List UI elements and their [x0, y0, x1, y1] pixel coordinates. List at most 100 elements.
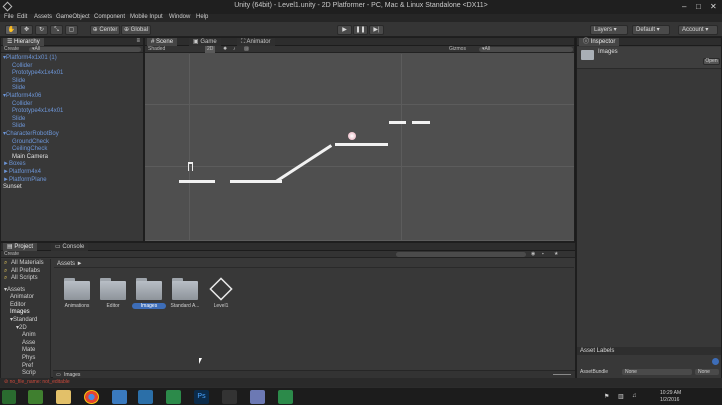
- assetbundle-variant-dropdown[interactable]: None: [695, 369, 719, 375]
- folder-icon[interactable]: [136, 278, 162, 300]
- assetbundle-dropdown[interactable]: None: [622, 369, 692, 375]
- asset-label[interactable]: Standard A...: [168, 303, 202, 309]
- project-tree-item[interactable]: Phys: [22, 355, 35, 362]
- asset-label[interactable]: Animations: [60, 303, 94, 309]
- move-tool-button[interactable]: ✥: [20, 25, 33, 35]
- light-gizmo-icon[interactable]: [348, 132, 356, 140]
- asset-label[interactable]: Editor: [96, 303, 130, 309]
- asset-label-tag-icon[interactable]: [712, 358, 719, 365]
- visual-studio-icon[interactable]: [250, 390, 265, 404]
- menu-assets[interactable]: Assets: [34, 14, 52, 20]
- close-button[interactable]: ✕: [710, 2, 717, 11]
- project-tree-item[interactable]: Editor: [10, 302, 26, 309]
- audio-toggle-icon[interactable]: ♪: [233, 46, 236, 53]
- hierarchy-item[interactable]: Prototype4x1x4x01: [12, 70, 63, 77]
- play-button[interactable]: ▶: [337, 25, 352, 35]
- shading-mode-dropdown[interactable]: Shaded: [148, 46, 165, 53]
- menu-mobile-input[interactable]: Mobile Input: [130, 14, 163, 20]
- favorite-search-item[interactable]: All Materials: [11, 260, 44, 267]
- tab-console[interactable]: ▭ Console: [51, 243, 89, 251]
- hierarchy-item[interactable]: Prototype4x1x4x01: [12, 108, 63, 115]
- hierarchy-item[interactable]: Slide: [12, 116, 25, 123]
- layers-dropdown[interactable]: Layers ▾: [590, 25, 628, 35]
- clock-time[interactable]: 10:29 AM: [660, 390, 681, 396]
- platform-sprite[interactable]: [389, 121, 406, 124]
- tray-flag-icon[interactable]: ⚑: [604, 393, 609, 400]
- hierarchy-item[interactable]: ►Platform4x4: [3, 169, 41, 176]
- hierarchy-item[interactable]: Collider: [12, 101, 32, 108]
- project-tree-item[interactable]: Anim: [22, 332, 36, 339]
- 2d-mode-toggle[interactable]: 2D: [205, 46, 216, 53]
- search-by-label-icon[interactable]: ⬩: [542, 251, 544, 258]
- project-create-dropdown[interactable]: Create: [4, 251, 19, 258]
- panel-menu-icon[interactable]: ≡: [136, 38, 140, 44]
- platform-sprite[interactable]: [412, 121, 430, 124]
- menu-file[interactable]: File: [4, 14, 14, 20]
- hierarchy-item[interactable]: CeilingCheck: [12, 146, 47, 153]
- project-tree-item[interactable]: Mate: [22, 347, 35, 354]
- menu-edit[interactable]: Edit: [17, 14, 27, 20]
- hierarchy-item[interactable]: Sunset: [3, 184, 22, 191]
- favorite-star-icon[interactable]: ★: [554, 251, 558, 258]
- hierarchy-item[interactable]: Slide: [12, 78, 25, 85]
- layout-dropdown[interactable]: Default ▾: [632, 25, 670, 35]
- project-tree-item[interactable]: Images: [10, 309, 30, 316]
- rect-tool-button[interactable]: ▢: [65, 25, 78, 35]
- account-dropdown[interactable]: Account ▾: [678, 25, 718, 35]
- browser-icon[interactable]: [138, 390, 153, 404]
- explorer-icon[interactable]: [56, 390, 71, 404]
- chrome-icon[interactable]: [84, 390, 99, 404]
- project-tree-item[interactable]: Asse: [22, 340, 35, 347]
- project-tree-item[interactable]: Pref: [22, 363, 33, 370]
- tray-network-icon[interactable]: ▥: [618, 393, 624, 400]
- project-tree-item[interactable]: Scrip: [22, 370, 36, 377]
- hand-tool-button[interactable]: ✋: [5, 25, 18, 35]
- tab-hierarchy[interactable]: ☰ Hierarchy: [3, 38, 44, 46]
- tab-scene[interactable]: # Scene: [147, 38, 178, 46]
- tab-game[interactable]: ▣ Game: [189, 38, 221, 46]
- project-tree-item[interactable]: ▾2D: [16, 325, 27, 332]
- hierarchy-item[interactable]: ►PlatformPlane: [3, 177, 47, 184]
- hierarchy-item[interactable]: ►Boxes: [3, 161, 26, 168]
- folder-icon[interactable]: [172, 278, 198, 300]
- hierarchy-item[interactable]: GroundCheck: [12, 139, 49, 146]
- favorite-search-item[interactable]: All Prefabs: [11, 268, 40, 275]
- network-app-icon[interactable]: [112, 390, 127, 404]
- menu-help[interactable]: Help: [196, 14, 208, 20]
- maximize-button[interactable]: □: [696, 2, 701, 11]
- menu-component[interactable]: Component: [94, 14, 125, 20]
- asset-label[interactable]: Level1: [204, 303, 238, 309]
- pivot-center-toggle[interactable]: ⊕ Center: [90, 25, 120, 35]
- menu-gameobject[interactable]: GameObject: [56, 14, 90, 20]
- platform-sprite[interactable]: [179, 180, 215, 183]
- tab-inspector[interactable]: ⓘ Inspector: [579, 38, 620, 46]
- hierarchy-item[interactable]: ▾CharacterRobotBoy: [3, 131, 59, 138]
- project-tree-item[interactable]: ▾Standard: [10, 317, 37, 324]
- unity-scene-icon[interactable]: [209, 277, 233, 301]
- platform-sprite[interactable]: [335, 143, 388, 146]
- asset-label[interactable]: Images: [132, 303, 166, 309]
- project-search-input[interactable]: [396, 252, 526, 257]
- slope-platform-sprite[interactable]: [275, 144, 333, 183]
- scene-search-input[interactable]: ▾All: [479, 46, 573, 52]
- project-tree-item[interactable]: ▾Assets: [4, 287, 25, 294]
- hierarchy-item[interactable]: Slide: [12, 85, 25, 92]
- step-button[interactable]: ▶|: [369, 25, 384, 35]
- hierarchy-item[interactable]: ▾Platform4x1x01 (1): [3, 55, 57, 62]
- status-message[interactable]: ⊘ no_file_name: not_editable: [4, 379, 70, 385]
- menu-window[interactable]: Window: [169, 14, 190, 20]
- hierarchy-item[interactable]: Collider: [12, 63, 32, 70]
- project-tree-item[interactable]: Animator: [10, 294, 34, 301]
- folder-icon[interactable]: [100, 278, 126, 300]
- tab-project[interactable]: ▤ Project: [3, 243, 38, 251]
- inspector-open-button[interactable]: Open: [703, 58, 720, 65]
- hierarchy-search-input[interactable]: ▾All: [29, 46, 141, 52]
- lighting-toggle-icon[interactable]: ✹: [223, 46, 227, 53]
- hierarchy-item[interactable]: ▾Platform4x06: [3, 93, 41, 100]
- minimize-button[interactable]: –: [682, 2, 686, 11]
- hierarchy-item[interactable]: Main Camera: [12, 154, 48, 161]
- camtasia-icon[interactable]: [166, 390, 181, 404]
- hierarchy-item[interactable]: Slide: [12, 123, 25, 130]
- hierarchy-create-dropdown[interactable]: Create: [4, 46, 19, 53]
- taskbar-app-icon[interactable]: [28, 390, 43, 404]
